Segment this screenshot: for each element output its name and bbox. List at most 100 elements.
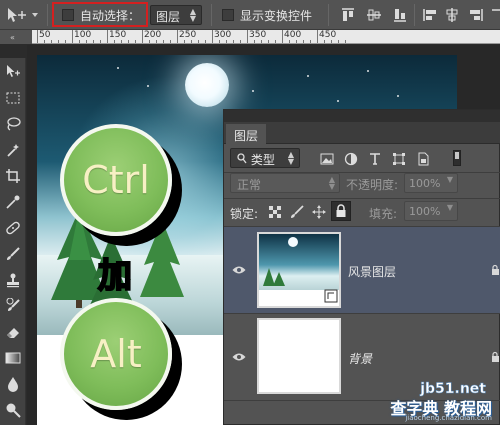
dropdown-arrows-icon: ▲ ▼ xyxy=(328,175,335,191)
ruler-minor-tick xyxy=(226,40,227,43)
eyedropper-tool[interactable] xyxy=(0,190,26,214)
ruler-minor-tick xyxy=(324,40,325,43)
auto-select-checkbox[interactable] xyxy=(62,9,74,21)
tab-layers[interactable]: 图层 xyxy=(226,124,267,144)
bandage-icon xyxy=(6,221,20,235)
image-filter-icon[interactable] xyxy=(320,152,334,166)
tool-preset-picker[interactable] xyxy=(4,6,44,24)
marquee-tool[interactable] xyxy=(0,86,26,110)
dodge-tool[interactable] xyxy=(0,398,26,422)
magic-wand-icon xyxy=(7,144,19,157)
auto-select-target-value: 图层 xyxy=(156,10,181,24)
star xyxy=(147,85,149,87)
ruler-label: 350 xyxy=(249,30,267,40)
site-watermark: jb51.net 查字典 教程网 jiaocheng.chazidian.com xyxy=(363,381,498,423)
ruler-tick xyxy=(177,30,178,43)
fill-value: 100% xyxy=(409,205,441,218)
eraser-tool[interactable] xyxy=(0,320,26,344)
ruler-minor-tick xyxy=(191,40,192,43)
ruler-minor-tick xyxy=(233,40,234,43)
ruler-label: 150 xyxy=(109,30,127,40)
layer-name[interactable]: 风景图层 xyxy=(348,263,396,280)
ruler-corner xyxy=(0,30,32,44)
ruler-minor-tick xyxy=(310,40,311,43)
layer-thumbnail xyxy=(257,318,341,394)
watermark-sub: jiaocheng.chazidian.com xyxy=(405,414,492,422)
lock-label: 锁定: xyxy=(230,207,259,221)
blend-mode-dropdown[interactable]: 正常 ▲ ▼ xyxy=(230,173,340,193)
crop-tool[interactable] xyxy=(0,164,26,188)
layer-row-landscape[interactable]: 风景图层 xyxy=(224,227,500,313)
distribute-icon[interactable] xyxy=(490,7,500,23)
align-horizontal-centers-icon[interactable] xyxy=(444,7,460,23)
ruler-minor-tick xyxy=(135,40,136,43)
layer-name[interactable]: 背景 xyxy=(348,350,372,367)
dropdown-arrows-icon: ▼ xyxy=(446,175,453,184)
ruler-minor-tick xyxy=(261,40,262,43)
dropdown-arrows-icon: ▲ ▼ xyxy=(189,7,196,23)
panel-titlebar[interactable] xyxy=(224,110,500,122)
ruler-label: 100 xyxy=(74,30,92,40)
rectangular-marquee-icon xyxy=(6,92,20,104)
ruler-tick xyxy=(142,30,143,43)
star xyxy=(307,75,309,77)
ruler-tick xyxy=(317,30,318,43)
lock-icon xyxy=(492,351,499,362)
ruler-minor-tick xyxy=(240,40,241,43)
ruler-minor-tick xyxy=(44,40,45,43)
ruler-tick xyxy=(72,30,73,43)
separator xyxy=(47,4,48,26)
align-vertical-centers-icon[interactable] xyxy=(366,7,382,23)
align-top-edges-icon[interactable] xyxy=(340,7,356,23)
lock-position-icon[interactable] xyxy=(312,205,326,219)
lock-pixels-icon[interactable] xyxy=(290,205,304,219)
blend-mode-value: 正常 xyxy=(237,178,262,192)
type-filter-icon[interactable] xyxy=(368,152,382,166)
dodge-icon xyxy=(6,403,21,418)
filter-kind-dropdown[interactable]: 类型 ▲ ▼ xyxy=(230,148,300,168)
lasso-tool[interactable] xyxy=(0,112,26,136)
align-left-edges-icon[interactable] xyxy=(422,7,438,23)
lock-transparency-icon[interactable] xyxy=(268,205,282,219)
ruler-tick xyxy=(282,30,283,43)
align-right-edges-icon[interactable] xyxy=(468,7,484,23)
history-brush-tool[interactable] xyxy=(0,294,26,318)
auto-select-target-dropdown[interactable]: 图层 ▲ ▼ xyxy=(150,5,202,25)
options-bar: 自动选择： 图层 ▲ ▼ 显示变换控件 xyxy=(0,0,500,30)
blur-tool[interactable] xyxy=(0,372,26,396)
ruler-label: 300 xyxy=(214,30,232,40)
adjustment-filter-icon[interactable] xyxy=(344,152,358,166)
ruler-minor-tick xyxy=(198,40,199,43)
stamp-icon xyxy=(7,273,19,288)
eye-icon[interactable] xyxy=(232,352,246,362)
gradient-tool[interactable] xyxy=(0,346,26,370)
layers-panel: 图层 类型 ▲ ▼ 正常 ▲ ▼ 不透明度: 100% ▼ 锁定: 填充: 100%… xyxy=(223,109,500,425)
move-tool[interactable] xyxy=(0,60,26,84)
brush-tool[interactable] xyxy=(0,242,26,266)
filter-kind-value: 类型 xyxy=(250,153,275,167)
fill-label: 填充: xyxy=(369,207,398,221)
ruler-tick xyxy=(247,30,248,43)
align-bottom-edges-icon[interactable] xyxy=(392,7,408,23)
smart-object-filter-icon[interactable] xyxy=(416,152,430,166)
show-transform-checkbox[interactable] xyxy=(222,9,234,21)
healing-brush-tool[interactable] xyxy=(0,216,26,240)
opacity-value: 100% xyxy=(409,177,441,190)
toggle-knob xyxy=(455,152,459,159)
ruler-minor-tick xyxy=(51,40,52,43)
shape-filter-icon[interactable] xyxy=(392,152,406,166)
lock-all-button[interactable] xyxy=(331,201,351,221)
ruler-minor-tick xyxy=(205,40,206,43)
filter-toggle[interactable] xyxy=(453,150,461,166)
eye-icon[interactable] xyxy=(232,265,246,275)
clone-stamp-tool[interactable] xyxy=(0,268,26,292)
ctrl-key-label: Ctrl xyxy=(82,158,150,202)
ruler-label: 400 xyxy=(284,30,302,40)
alt-key-badge: Alt xyxy=(60,298,172,410)
magic-wand-tool[interactable] xyxy=(0,138,26,162)
star xyxy=(397,95,399,97)
fill-field[interactable]: 100% ▼ xyxy=(404,201,458,221)
ruler-tick xyxy=(107,30,108,43)
opacity-field[interactable]: 100% ▼ xyxy=(404,173,458,193)
panel-collapse-icon[interactable]: « xyxy=(10,33,15,42)
